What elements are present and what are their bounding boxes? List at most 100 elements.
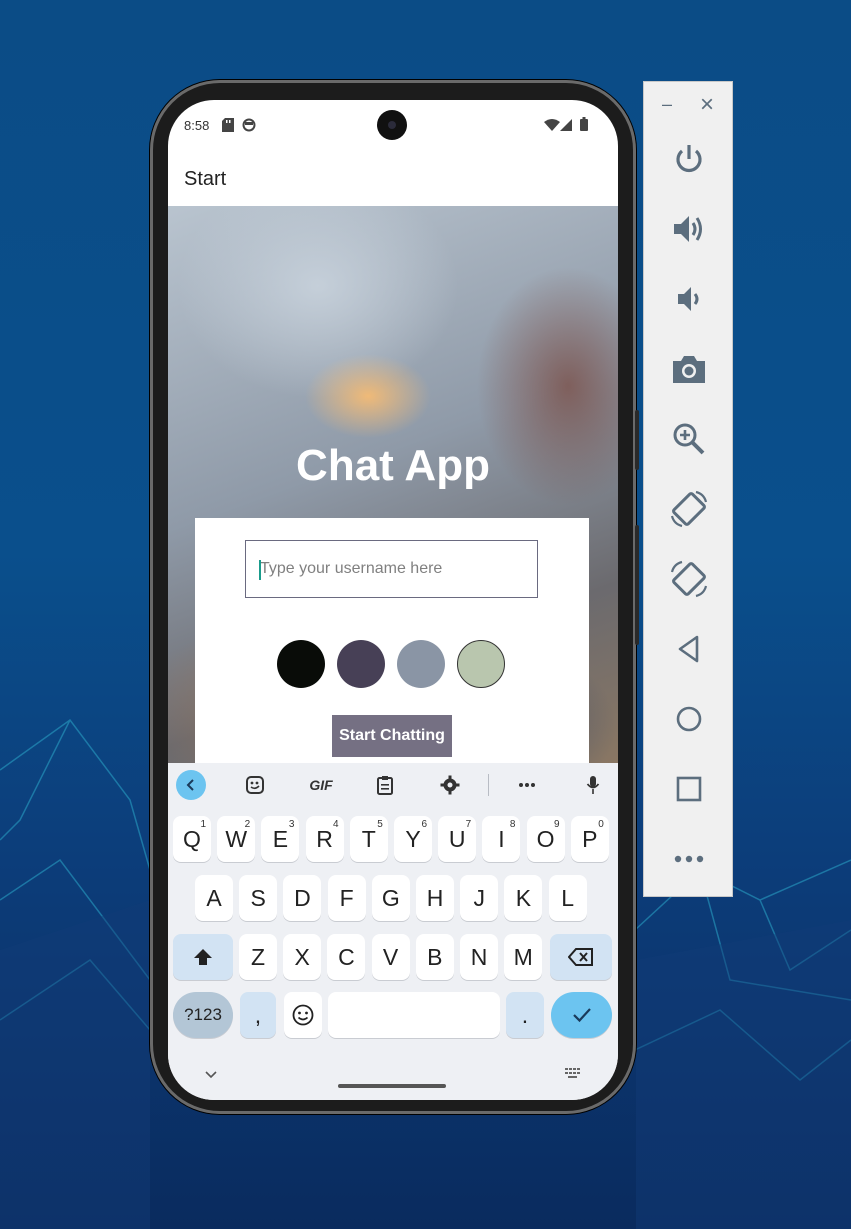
power-icon [676,145,702,173]
key-i[interactable]: I8 [482,816,521,862]
minimize-button[interactable]: – [662,94,672,115]
key-label: K [515,884,532,911]
key-label: H [426,884,444,911]
hide-keyboard-icon[interactable] [204,1070,218,1080]
key-label: X [294,943,310,970]
phone-screen: 8:58 Start Chat App Start [168,100,618,1100]
key-w[interactable]: W2 [217,816,256,862]
color-option-black[interactable] [277,640,325,688]
screenshot-button[interactable] [666,346,712,392]
rotate-right-icon [670,560,708,598]
key-label: G [381,884,400,911]
gear-icon[interactable] [437,773,463,797]
mic-icon[interactable] [580,773,606,797]
key-hint: 0 [598,819,604,830]
app-title: Chat App [296,441,490,490]
page-title: Start [184,168,227,190]
emoji-key[interactable] [284,992,322,1038]
key-label: U [448,825,466,852]
color-option-sage[interactable] [457,640,505,688]
key-o[interactable]: O9 [526,816,565,862]
front-camera [377,110,407,140]
comma-key[interactable]: , [240,992,276,1038]
key-k[interactable]: K [504,875,543,921]
gesture-nav-bar[interactable] [338,1084,446,1088]
backspace-key[interactable] [550,934,612,980]
color-option-purple[interactable] [337,640,385,688]
keyboard-switch-icon[interactable] [565,1068,581,1080]
volume-down-button[interactable] [666,276,712,322]
key-label: F [339,884,354,911]
key-label: P [582,825,598,852]
color-option-gray-blue[interactable] [397,640,445,688]
start-chatting-button[interactable]: Start Chatting [332,715,452,757]
key-hint: 9 [554,819,560,830]
rotate-left-button[interactable] [666,486,712,532]
rotate-right-button[interactable] [666,556,712,602]
key-u[interactable]: U7 [438,816,477,862]
keyboard-back-icon[interactable] [176,770,206,800]
signal-icon [560,119,572,131]
shift-key[interactable] [173,934,233,980]
emoji-icon [292,1004,314,1026]
key-x[interactable]: X [283,934,322,980]
key-label: J [473,884,485,911]
key-label: O [536,825,555,852]
key-l[interactable]: L [548,875,587,921]
sticker-icon[interactable] [242,773,268,797]
symbols-key[interactable]: ?123 [173,992,233,1038]
text-cursor [259,560,261,580]
key-q[interactable]: Q1 [173,816,211,862]
key-label: R [316,825,333,852]
key-label: B [427,943,443,970]
battery-icon [580,117,588,131]
key-n[interactable]: N [460,934,498,980]
key-b[interactable]: B [415,934,454,980]
username-input[interactable] [245,540,538,598]
volume-up-button[interactable] [666,206,712,252]
phone-side-button [635,410,639,470]
volume-up-icon [674,216,702,242]
key-h[interactable]: H [416,875,454,921]
key-hint: 7 [465,819,472,830]
key-label: I [498,825,505,852]
key-label: Q [183,825,201,852]
key-a[interactable]: A [195,875,233,921]
key-hint: 1 [200,819,206,830]
gif-button[interactable]: GIF [304,773,338,797]
back-button[interactable] [666,626,712,672]
power-button[interactable] [666,136,712,182]
overview-button[interactable] [666,766,712,812]
key-y[interactable]: Y6 [394,816,432,862]
enter-key[interactable] [551,992,612,1038]
key-c[interactable]: C [327,934,366,980]
key-hint: 8 [509,819,516,830]
more-options-button[interactable] [666,836,712,882]
key-e[interactable]: E3 [261,816,300,862]
close-button[interactable]: × [700,91,714,119]
key-v[interactable]: V [371,934,410,980]
key-m[interactable]: M [504,934,543,980]
space-key[interactable] [328,992,500,1038]
key-label: D [294,884,311,911]
key-z[interactable]: Z [239,934,277,980]
camera-icon [673,356,705,383]
more-icon[interactable] [514,773,540,797]
checkmark-icon [572,1008,591,1023]
period-key[interactable]: . [506,992,544,1038]
clipboard-icon[interactable] [372,773,398,797]
key-p[interactable]: P0 [570,816,609,862]
key-j[interactable]: J [460,875,499,921]
key-s[interactable]: S [239,875,278,921]
key-r[interactable]: R4 [305,816,344,862]
key-t[interactable]: T5 [349,816,388,862]
key-f[interactable]: F [327,875,366,921]
key-label: T [361,825,376,852]
key-d[interactable]: D [283,875,322,921]
key-g[interactable]: G [371,875,410,921]
key-hint: 4 [333,819,339,830]
home-button[interactable] [666,696,712,742]
zoom-button[interactable] [666,416,712,462]
phone-side-button [635,525,639,645]
key-label: A [206,884,222,911]
